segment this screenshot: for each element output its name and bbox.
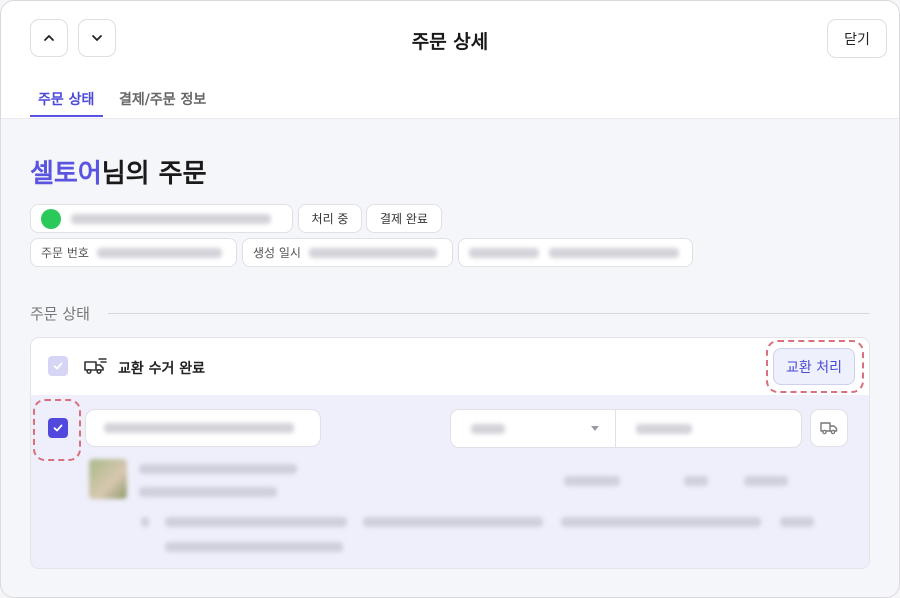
order-heading: 셀토어님의 주문 xyxy=(30,153,207,190)
created-at-chip: 생성 일시 xyxy=(242,238,453,267)
detail-bullet-redacted xyxy=(141,517,149,527)
detail-line-1d-redacted xyxy=(780,517,814,527)
detail-line-1c-redacted xyxy=(561,517,761,527)
product-total-redacted xyxy=(744,476,788,486)
highlight-exchange-button xyxy=(766,340,864,393)
highlight-item-checkbox xyxy=(33,399,81,461)
product-thumbnail xyxy=(89,459,127,499)
order-number-redacted xyxy=(96,247,222,258)
status-badge-processing: 처리 중 xyxy=(298,204,362,233)
store-info-redacted xyxy=(71,213,271,224)
store-logo-icon xyxy=(41,208,61,229)
detail-line-2-redacted xyxy=(165,542,343,552)
created-at-redacted xyxy=(308,247,437,258)
dropdown-caret-icon xyxy=(591,426,599,431)
truck-icon xyxy=(820,422,838,435)
product-option-redacted xyxy=(139,487,277,497)
extra-label-redacted xyxy=(469,247,539,258)
created-at-label: 생성 일시 xyxy=(253,246,301,260)
carrier-value-redacted xyxy=(471,423,505,434)
detail-line-1b-redacted xyxy=(363,517,543,527)
tracking-number-input[interactable] xyxy=(615,409,802,448)
item-id-field[interactable] xyxy=(85,409,321,447)
tracking-placeholder-redacted xyxy=(636,423,692,434)
product-qty-redacted xyxy=(684,476,708,486)
active-tab-indicator xyxy=(30,115,103,117)
product-name-redacted xyxy=(139,464,297,474)
status-label: 교환 수거 완료 xyxy=(118,361,206,377)
product-price-redacted xyxy=(564,476,620,486)
section-divider xyxy=(108,313,870,314)
item-id-redacted xyxy=(104,423,294,433)
page-title: 주문 상세 xyxy=(411,31,489,53)
carrier-select[interactable] xyxy=(450,409,616,448)
section-title-order-status: 주문 상태 xyxy=(30,305,90,323)
tab-order-status[interactable]: 주문 상태 xyxy=(38,89,94,109)
header-bar: 주문 상세 닫기 주문 상태 결제/주문 정보 xyxy=(1,1,899,119)
truck-return-icon xyxy=(84,358,107,375)
detail-line-1a-redacted xyxy=(165,517,347,527)
order-heading-suffix: 님의 주문 xyxy=(101,159,207,189)
tab-payment-order-info[interactable]: 결제/주문 정보 xyxy=(119,89,206,109)
close-button[interactable]: 닫기 xyxy=(827,19,887,58)
select-all-checkbox[interactable] xyxy=(48,356,68,376)
extra-value-redacted xyxy=(549,247,679,258)
order-detail-window: 주문 상세 닫기 주문 상태 결제/주문 정보 셀토어님의 주문 처리 중 결제… xyxy=(0,0,900,598)
customer-name: 셀토어 xyxy=(30,159,102,189)
order-number-label: 주문 번호 xyxy=(41,246,89,260)
extra-info-chip xyxy=(458,238,693,267)
track-shipment-button[interactable] xyxy=(810,409,848,447)
check-icon xyxy=(53,362,63,370)
status-badge-payment-complete: 결제 완료 xyxy=(366,204,442,233)
order-number-chip: 주문 번호 xyxy=(30,238,237,267)
store-chip xyxy=(30,204,293,233)
